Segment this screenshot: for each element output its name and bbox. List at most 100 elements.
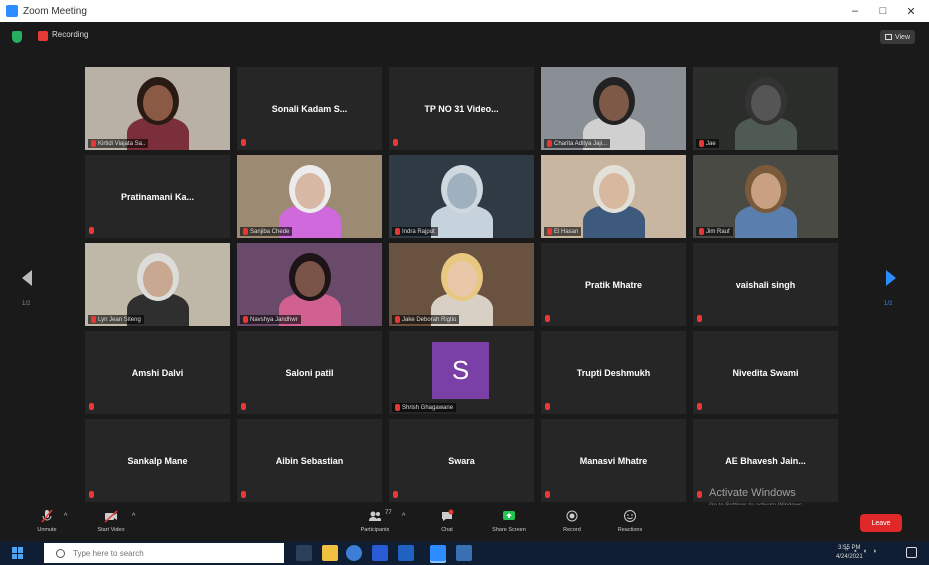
muted-mic-icon	[89, 403, 94, 410]
taskbar-search[interactable]	[44, 543, 284, 563]
muted-mic-icon	[241, 491, 246, 498]
zoom-taskbar-icon[interactable]	[430, 545, 446, 561]
participant-tile[interactable]: Jake Deborah Rigtio	[389, 243, 534, 326]
participant-name: Jake Deborah Rigtio	[402, 316, 457, 323]
unmute-button[interactable]: Unmute	[22, 507, 72, 533]
mail-icon[interactable]	[398, 545, 414, 561]
participant-tile[interactable]: Trupti Deshmukh	[541, 331, 686, 414]
participant-tile[interactable]: Navshya Jandhwr	[237, 243, 382, 326]
participant-tile[interactable]: Sanjiba Chede	[237, 155, 382, 238]
participant-tile[interactable]: Nivedita Swami	[693, 331, 838, 414]
close-button[interactable]: ✕	[897, 0, 925, 22]
participant-name: Pratik Mhatre	[584, 279, 643, 290]
meeting-topbar: Recording View	[0, 22, 929, 52]
participant-tile[interactable]: TP NO 31 Video...	[389, 67, 534, 150]
muted-mic-icon	[547, 228, 552, 235]
participant-name: Shrish Ghagawane	[402, 404, 454, 411]
participant-name: Amshi Dalvi	[131, 367, 184, 378]
participant-tile[interactable]: Aibin Sebastian	[237, 419, 382, 502]
reactions-button[interactable]: Reactions	[605, 507, 655, 533]
participant-video	[389, 243, 534, 326]
chat-button[interactable]: Chat	[422, 507, 472, 533]
next-page-arrow-icon[interactable]	[886, 270, 896, 286]
muted-mic-icon	[243, 316, 248, 323]
window-title: Zoom Meeting	[23, 5, 87, 17]
participant-tile[interactable]: S Shrish Ghagawane	[389, 331, 534, 414]
leave-meeting-button[interactable]: Leave	[860, 514, 902, 532]
view-button[interactable]: View	[879, 30, 915, 44]
gallery-view-icon	[884, 34, 892, 40]
zoom-app-icon	[6, 5, 18, 17]
participant-tile[interactable]: Manasvi Mhatre	[541, 419, 686, 502]
participant-tile[interactable]: Jae	[693, 67, 838, 150]
muted-mic-icon	[545, 403, 550, 410]
participant-name: Charita Aditya Jaji...	[554, 140, 608, 147]
participants-icon	[369, 511, 381, 521]
security-shield-icon[interactable]	[12, 31, 22, 43]
participant-name: Kirtidi Viajata Sa..	[98, 140, 146, 147]
chat-icon	[442, 509, 454, 521]
muted-mic-icon	[89, 491, 94, 498]
participant-name-label: Charita Aditya Jaji...	[544, 139, 611, 148]
participant-tile[interactable]: Amshi Dalvi	[85, 331, 230, 414]
participant-video	[237, 155, 382, 238]
participant-name-label: Kirtidi Viajata Sa..	[88, 139, 149, 148]
participant-name-label: Lyn Jean Siteng	[88, 315, 144, 324]
photos-icon[interactable]	[456, 545, 472, 561]
maximize-button[interactable]: □	[869, 0, 897, 22]
participant-tile[interactable]: Indra Rajput	[389, 155, 534, 238]
muted-mic-icon	[545, 491, 550, 498]
record-button[interactable]: Record	[547, 507, 597, 533]
participant-tile[interactable]: Sankalp Mane	[85, 419, 230, 502]
participant-tile[interactable]: vaishali singh	[693, 243, 838, 326]
participant-tile[interactable]: El Hasan	[541, 155, 686, 238]
muted-mic-icon	[91, 140, 96, 147]
notifications-icon[interactable]	[906, 547, 917, 558]
participant-video	[389, 155, 534, 238]
participant-video	[693, 155, 838, 238]
meeting-toolbar: Unmute ^ Start Video ^ Participants 77 ^…	[0, 505, 929, 541]
minimize-button[interactable]: –	[841, 0, 869, 22]
video-options-chevron-icon[interactable]: ^	[132, 513, 135, 520]
participant-tile[interactable]: Kirtidi Viajata Sa..	[85, 67, 230, 150]
record-icon	[566, 510, 578, 522]
participant-tile[interactable]: Saloni patil	[237, 331, 382, 414]
muted-mic-icon	[697, 403, 702, 410]
participants-options-chevron-icon[interactable]: ^	[402, 513, 405, 520]
participant-name: Nivedita Swami	[732, 367, 799, 378]
audio-options-chevron-icon[interactable]: ^	[64, 513, 67, 520]
muted-mic-icon	[547, 140, 552, 147]
participant-name: Aibin Sebastian	[275, 455, 344, 466]
share-screen-button[interactable]: Share Screen	[484, 507, 534, 533]
file-explorer-icon[interactable]	[322, 545, 338, 561]
participant-name: Manasvi Mhatre	[579, 455, 648, 466]
participants-button[interactable]: Participants	[350, 507, 400, 533]
store-icon[interactable]	[372, 545, 388, 561]
participant-tile[interactable]: Swara	[389, 419, 534, 502]
taskbar-search-input[interactable]	[73, 548, 273, 558]
participant-tile[interactable]: Sonali Kadam S...	[237, 67, 382, 150]
participant-tile[interactable]: Lyn Jean Siteng	[85, 243, 230, 326]
participant-tile[interactable]: Pratik Mhatre	[541, 243, 686, 326]
participant-tile[interactable]: Charita Aditya Jaji...	[541, 67, 686, 150]
participant-name: Swara	[448, 455, 475, 466]
participant-avatar: S	[432, 342, 489, 399]
participant-name: Lyn Jean Siteng	[98, 316, 141, 323]
taskbar-clock[interactable]: 3:55 PM 4/24/2021	[836, 544, 863, 562]
participant-tile[interactable]: Jim Rauf	[693, 155, 838, 238]
task-view-icon[interactable]	[296, 545, 312, 561]
share-screen-icon	[503, 511, 515, 520]
chrome-browser-icon[interactable]	[346, 545, 362, 561]
share-screen-label: Share Screen	[492, 527, 526, 533]
previous-page-arrow-icon[interactable]	[22, 270, 32, 286]
muted-mic-icon	[699, 140, 704, 147]
muted-mic-icon	[89, 227, 94, 234]
participant-tile[interactable]: Pratinamani Ka...	[85, 155, 230, 238]
windows-start-icon[interactable]	[12, 547, 24, 559]
participant-name: Pratinamani Ka...	[120, 191, 195, 202]
participant-name: Trupti Deshmukh	[576, 367, 651, 378]
muted-mic-icon	[91, 316, 96, 323]
start-video-button[interactable]: Start Video	[86, 507, 136, 533]
participant-name: vaishali singh	[735, 279, 796, 290]
muted-mic-icon	[393, 139, 398, 146]
